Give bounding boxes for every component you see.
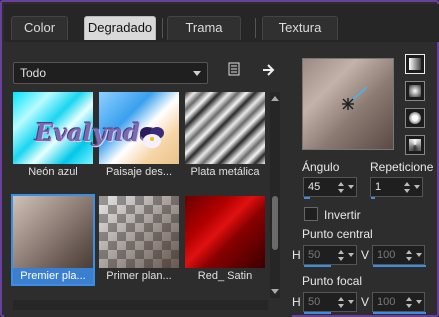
tab-divider: [255, 18, 256, 38]
category-select[interactable]: Todo: [13, 62, 208, 84]
repeats-slider-fill: [371, 197, 375, 199]
gradient-caption: Premier pla...: [13, 268, 93, 284]
focal-h-value: 50: [308, 296, 321, 308]
repeats-value: 1: [375, 181, 382, 193]
center-v-label: V: [361, 248, 370, 262]
gradient-preview-image: [185, 196, 265, 268]
rectangular-style-button[interactable]: [405, 81, 425, 101]
gradient-library-panel: Todo Neón azul Paisaje des... Plata metá…: [4, 42, 292, 317]
center-h-label: H: [292, 248, 301, 262]
tab-divider: [162, 18, 163, 38]
focal-v-label: V: [361, 295, 370, 309]
invert-checkbox[interactable]: [304, 207, 318, 221]
center-h-spinbox[interactable]: 50: [303, 245, 357, 267]
center-v-slider-fill: [373, 265, 426, 267]
spin-arrows-icon[interactable]: [338, 248, 344, 262]
focal-v-value: 100: [377, 296, 396, 308]
repeats-spinbox[interactable]: 1: [370, 177, 423, 199]
tab-bar: Color Degradado Trama Textura: [4, 4, 439, 42]
center-v-spinbox[interactable]: 100: [372, 245, 426, 267]
gradient-caption: Paisaje des...: [105, 166, 173, 178]
spin-arrows-icon[interactable]: [338, 180, 344, 194]
chevron-down-icon[interactable]: [416, 253, 422, 257]
gradient-thumb[interactable]: Primer plan...: [99, 196, 179, 284]
sunburst-style-button[interactable]: [405, 108, 425, 128]
focal-v-spinbox[interactable]: 100: [372, 292, 426, 314]
gradient-caption: Neón azul: [28, 166, 78, 178]
focal-h-spinbox[interactable]: 50: [303, 292, 357, 314]
spin-arrows-icon[interactable]: [338, 295, 344, 309]
gradient-dialog: Color Degradado Trama Textura Todo Neón …: [0, 0, 439, 317]
gradient-thumb[interactable]: Red_ Satin: [185, 196, 265, 284]
gradient-preview[interactable]: [302, 58, 394, 150]
pansy-flower-icon: [140, 127, 164, 148]
angle-value: 45: [308, 181, 321, 193]
focal-v-slider-fill: [373, 312, 426, 314]
gallery-vertical-scrollbar[interactable]: [270, 92, 280, 298]
gradient-preview-image: [185, 92, 265, 164]
spin-arrows-icon[interactable]: [404, 180, 410, 194]
focal-h-slider-fill: [304, 312, 331, 314]
gradient-gallery: Neón azul Paisaje des... Plata metálica …: [11, 92, 268, 298]
tab-color[interactable]: Color: [11, 16, 68, 40]
chevron-down-icon: [193, 71, 201, 76]
gradient-thumb[interactable]: Plata metálica: [185, 92, 265, 180]
radial-style-button[interactable]: [405, 135, 425, 155]
angle-handle-icon[interactable]: [303, 59, 393, 149]
repeats-label: Repeticione: [370, 160, 434, 174]
angle-slider-fill: [304, 197, 310, 199]
tab-texture[interactable]: Textura: [262, 16, 338, 40]
center-h-slider-fill: [304, 265, 331, 267]
chevron-down-icon[interactable]: [348, 300, 354, 304]
watermark-logo: Evalynda: [35, 118, 175, 158]
gradient-preview-image: [99, 196, 179, 268]
chevron-down-icon[interactable]: [348, 253, 354, 257]
gallery-horizontal-scrollbar[interactable]: [13, 300, 268, 310]
center-v-value: 100: [377, 249, 396, 261]
gradient-thumb-selected[interactable]: Premier pla...: [11, 194, 95, 286]
center-h-value: 50: [308, 249, 321, 261]
gradient-preview-image: [13, 196, 93, 268]
library-icon[interactable]: [223, 60, 245, 82]
linear-style-button[interactable]: [405, 54, 425, 74]
spin-arrows-icon[interactable]: [406, 295, 412, 309]
scroll-down-icon[interactable]: [271, 289, 279, 294]
spin-arrows-icon[interactable]: [406, 248, 412, 262]
chevron-down-icon[interactable]: [416, 300, 422, 304]
arrow-right-icon[interactable]: [258, 60, 280, 82]
focal-point-label: Punto focal: [302, 274, 363, 288]
gradient-caption: Red_ Satin: [197, 270, 253, 282]
chevron-down-icon[interactable]: [414, 185, 420, 189]
chevron-down-icon[interactable]: [348, 185, 354, 189]
invert-label: Invertir: [324, 208, 361, 222]
center-point-label: Punto central: [302, 227, 373, 241]
gradient-caption: Plata metálica: [190, 166, 260, 178]
scrollbar-thumb[interactable]: [272, 196, 278, 250]
tab-gradient[interactable]: Degradado: [84, 16, 156, 40]
focal-h-label: H: [292, 295, 301, 309]
angle-spinbox[interactable]: 45: [303, 177, 357, 199]
tab-pattern[interactable]: Trama: [167, 16, 241, 40]
scroll-up-icon[interactable]: [271, 96, 279, 101]
angle-label: Ángulo: [302, 160, 340, 174]
category-select-value: Todo: [20, 66, 47, 80]
gradient-caption: Primer plan...: [106, 270, 172, 282]
